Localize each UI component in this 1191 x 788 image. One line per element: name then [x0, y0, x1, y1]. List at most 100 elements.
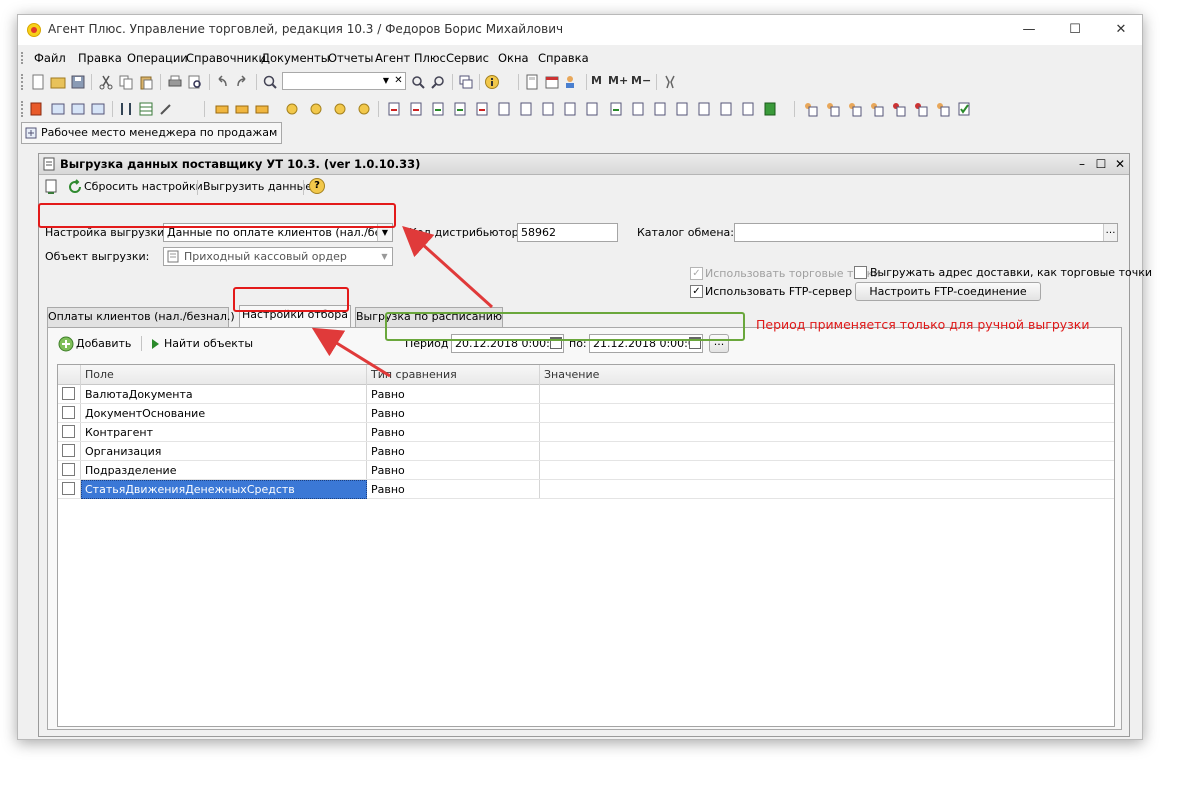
menu-help[interactable]: Справка: [538, 51, 589, 65]
help-icon[interactable]: ?: [309, 178, 325, 194]
export-delivery-address-checkbox[interactable]: [854, 266, 867, 279]
chevron-down-icon[interactable]: ▼: [377, 248, 392, 265]
row-comparison[interactable]: Равно: [371, 445, 405, 458]
table-row-selected[interactable]: СтатьяДвиженияДенежныхСредств Равно: [58, 480, 1114, 499]
add-icon[interactable]: [58, 336, 74, 352]
document-icon[interactable]: [518, 101, 534, 117]
list-icon[interactable]: [50, 101, 66, 117]
toolbar-grip[interactable]: [21, 74, 23, 90]
row-use-checkbox[interactable]: [62, 387, 75, 400]
row-comparison[interactable]: Равно: [371, 407, 405, 420]
table-row[interactable]: Подразделение Равно: [58, 461, 1114, 480]
row-use-checkbox[interactable]: [62, 406, 75, 419]
row-use-checkbox[interactable]: [62, 463, 75, 476]
save-icon[interactable]: [70, 74, 86, 90]
document-icon[interactable]: [540, 101, 556, 117]
money-icon[interactable]: [234, 101, 250, 117]
user-document-icon[interactable]: [824, 101, 840, 117]
find-next-icon[interactable]: [410, 74, 426, 90]
doc-close-button[interactable]: ✕: [1111, 155, 1129, 173]
document-icon[interactable]: [496, 101, 512, 117]
open-form-icon[interactable]: [43, 179, 59, 195]
column-header-field[interactable]: Поле: [85, 368, 114, 381]
document-icon[interactable]: [696, 101, 712, 117]
refresh-icon[interactable]: [67, 179, 83, 195]
calculator-icon[interactable]: [524, 74, 540, 90]
coins-icon[interactable]: [308, 101, 324, 117]
clear-icon[interactable]: ✕: [392, 73, 405, 89]
doc-minimize-button[interactable]: –: [1073, 155, 1091, 173]
row-comparison[interactable]: Равно: [371, 426, 405, 439]
distributor-code-field[interactable]: 58962: [517, 223, 618, 242]
coins-icon[interactable]: [332, 101, 348, 117]
user-document-icon[interactable]: [802, 101, 818, 117]
user-document-icon[interactable]: [912, 101, 928, 117]
menu-catalogs[interactable]: Справочники: [186, 51, 266, 65]
document-icon[interactable]: [562, 101, 578, 117]
document-icon[interactable]: [584, 101, 600, 117]
memory-plus-button[interactable]: М+: [608, 74, 628, 87]
menu-windows[interactable]: Окна: [498, 51, 529, 65]
row-comparison[interactable]: Равно: [371, 388, 405, 401]
calendar-icon[interactable]: [544, 74, 560, 90]
user-document-icon[interactable]: [890, 101, 906, 117]
copy-icon[interactable]: [118, 74, 134, 90]
document-icon[interactable]: [452, 101, 468, 117]
exchange-catalog-field[interactable]: …: [734, 223, 1118, 242]
settings-icon[interactable]: [662, 74, 678, 90]
print-icon[interactable]: [167, 74, 183, 90]
document-icon[interactable]: [430, 101, 446, 117]
menu-service[interactable]: Сервис: [446, 51, 489, 65]
table-row[interactable]: Организация Равно: [58, 442, 1114, 461]
checked-document-icon[interactable]: [956, 101, 972, 117]
document-icon[interactable]: [652, 101, 668, 117]
money-icon[interactable]: [254, 101, 270, 117]
reset-settings-button[interactable]: Сбросить настройки: [84, 180, 203, 193]
user-document-icon[interactable]: [846, 101, 862, 117]
row-use-checkbox[interactable]: [62, 425, 75, 438]
row-comparison[interactable]: Равно: [371, 464, 405, 477]
column-header-comparison[interactable]: Тип сравнения: [371, 368, 457, 381]
spreadsheet-icon[interactable]: [762, 101, 778, 117]
row-use-checkbox[interactable]: [62, 444, 75, 457]
export-object-field[interactable]: Приходный кассовый ордер ▼: [163, 247, 393, 266]
list-icon[interactable]: [70, 101, 86, 117]
menu-operations[interactable]: Операции: [127, 51, 188, 65]
play-icon[interactable]: [147, 336, 163, 352]
menu-file[interactable]: Файл: [34, 51, 66, 65]
minimize-button[interactable]: —: [1006, 15, 1052, 45]
list-icon[interactable]: [90, 101, 106, 117]
info-icon[interactable]: [484, 74, 500, 90]
users-icon[interactable]: [564, 74, 580, 90]
edit-icon[interactable]: [158, 101, 174, 117]
menu-edit[interactable]: Правка: [78, 51, 122, 65]
undo-icon[interactable]: [214, 74, 230, 90]
document-icon[interactable]: [474, 101, 490, 117]
journal-icon[interactable]: [28, 101, 44, 117]
menu-grip[interactable]: [21, 52, 23, 64]
tab-client-payments[interactable]: Оплаты клиентов (нал./безнал.): [47, 307, 235, 327]
document-icon[interactable]: [674, 101, 690, 117]
maximize-button[interactable]: ☐: [1052, 15, 1098, 45]
row-use-checkbox[interactable]: [62, 482, 75, 495]
memory-m-button[interactable]: М: [591, 74, 602, 87]
search-combo[interactable]: ▼ ✕: [282, 72, 406, 90]
memory-minus-button[interactable]: М−: [631, 74, 651, 87]
document-icon[interactable]: [718, 101, 734, 117]
column-header-value[interactable]: Значение: [544, 368, 599, 381]
print-preview-icon[interactable]: [187, 74, 203, 90]
menu-reports[interactable]: Отчеты: [328, 51, 373, 65]
money-icon[interactable]: [214, 101, 230, 117]
select-catalog-button[interactable]: …: [1103, 224, 1117, 241]
transfer-icon[interactable]: [118, 101, 134, 117]
paste-icon[interactable]: [138, 74, 154, 90]
use-trade-points-checkbox[interactable]: ✓: [690, 267, 703, 280]
table-row[interactable]: Контрагент Равно: [58, 423, 1114, 442]
doc-maximize-button[interactable]: ☐: [1092, 155, 1110, 173]
cut-icon[interactable]: [98, 74, 114, 90]
document-icon[interactable]: [740, 101, 756, 117]
coins-icon[interactable]: [284, 101, 300, 117]
search-icon[interactable]: [262, 74, 278, 90]
user-document-icon[interactable]: [934, 101, 950, 117]
row-comparison[interactable]: Равно: [371, 483, 405, 496]
